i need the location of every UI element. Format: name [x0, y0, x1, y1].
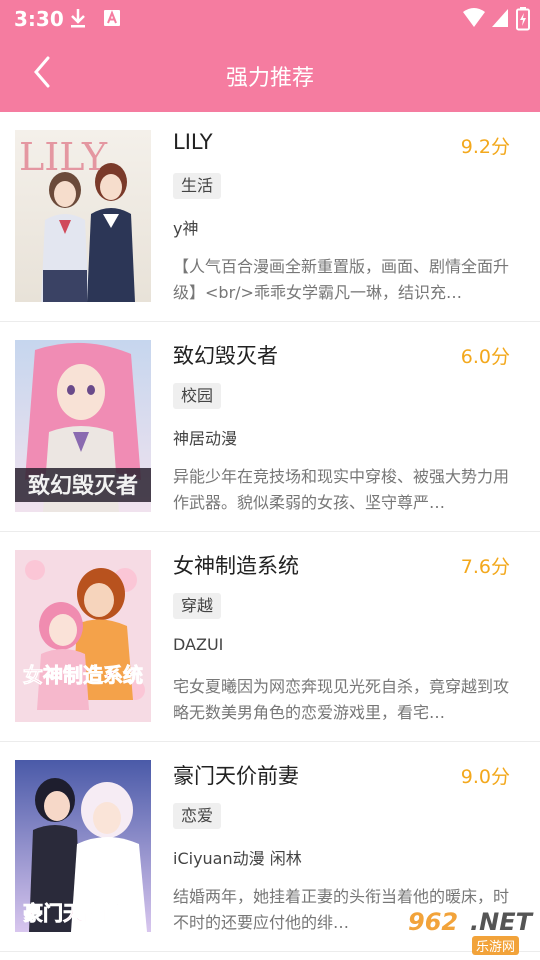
battery-charging-icon: [516, 7, 530, 35]
comic-cover: 女神制造系统: [15, 550, 151, 722]
comic-score: 7.6分: [460, 556, 510, 578]
comic-item-nvshen[interactable]: 女神制造系统 女神制造系统 7.6分 穿越 DAZUI 宅女夏曦因为网恋奔现见光…: [0, 532, 540, 742]
cover-title-text: 豪门天价前妻: [23, 901, 143, 925]
status-time: 3:30: [14, 7, 64, 31]
signal-icon: [490, 7, 510, 33]
watermark-number: 962: [408, 908, 459, 936]
comic-author: DAZUI: [173, 635, 224, 654]
cover-title-text: LILY: [19, 135, 108, 179]
comic-author: iCiyuan动漫 闲林: [173, 849, 302, 868]
comic-author: 神居动漫: [173, 429, 238, 448]
status-bar: 3:30: [0, 0, 540, 36]
genre-tag: 生活: [173, 173, 222, 199]
comic-score: 9.2分: [460, 136, 510, 158]
comic-list: LILY LILY 9.2分 生活 y神 【人气百合漫画全新重置版，画面、剧情全…: [0, 112, 540, 952]
genre-tag: 校园: [173, 383, 222, 409]
comic-item-zhihuan[interactable]: 致幻毁灭者 致幻毁灭者 6.0分 校园 神居动漫 异能少年在竞技场和现实中穿梭、…: [0, 322, 540, 532]
site-watermark: 962 .NET 乐游网: [400, 906, 532, 955]
wifi-icon: [462, 7, 486, 33]
cover-title-text: 致幻毁灭者: [28, 473, 138, 499]
page-title: 强力推荐: [225, 66, 314, 91]
comic-item-lily[interactable]: LILY LILY 9.2分 生活 y神 【人气百合漫画全新重置版，画面、剧情全…: [0, 112, 540, 322]
comic-score: 9.0分: [460, 766, 510, 788]
comic-cover: 致幻毁灭者: [15, 340, 151, 512]
comic-description: 宅女夏曦因为网恋奔现见光死自杀，竟穿越到攻略无数美男角色的恋爱游戏里，看宅…: [173, 677, 510, 722]
comic-title: 致幻毁灭者: [173, 344, 278, 368]
download-icon: [68, 7, 88, 33]
comic-title: 女神制造系统: [173, 554, 299, 578]
comic-cover: 豪门天价前妻: [15, 760, 151, 932]
app-notification-icon: [102, 7, 122, 33]
comic-title: 豪门天价前妻: [173, 764, 299, 788]
comic-title: LILY: [173, 130, 213, 154]
genre-tag: 恋爱: [173, 803, 222, 829]
comic-cover: LILY: [15, 130, 151, 302]
watermark-sub: 乐游网: [472, 936, 520, 955]
comic-author: y神: [173, 219, 199, 238]
comic-score: 6.0分: [460, 346, 510, 368]
watermark-net: .NET: [470, 908, 532, 936]
comic-description: 异能少年在竞技场和现实中穿梭、被强大势力用作武器。貌似柔弱的女孩、坚守尊严…: [173, 467, 510, 512]
app-header: 强力推荐: [0, 36, 540, 112]
cover-title-text: 女神制造系统: [23, 663, 143, 687]
comic-description: 【人气百合漫画全新重置版，画面、剧情全面升级】<br/>乖乖女学霸凡一琳，结识充…: [173, 257, 510, 302]
genre-tag: 穿越: [173, 593, 222, 619]
